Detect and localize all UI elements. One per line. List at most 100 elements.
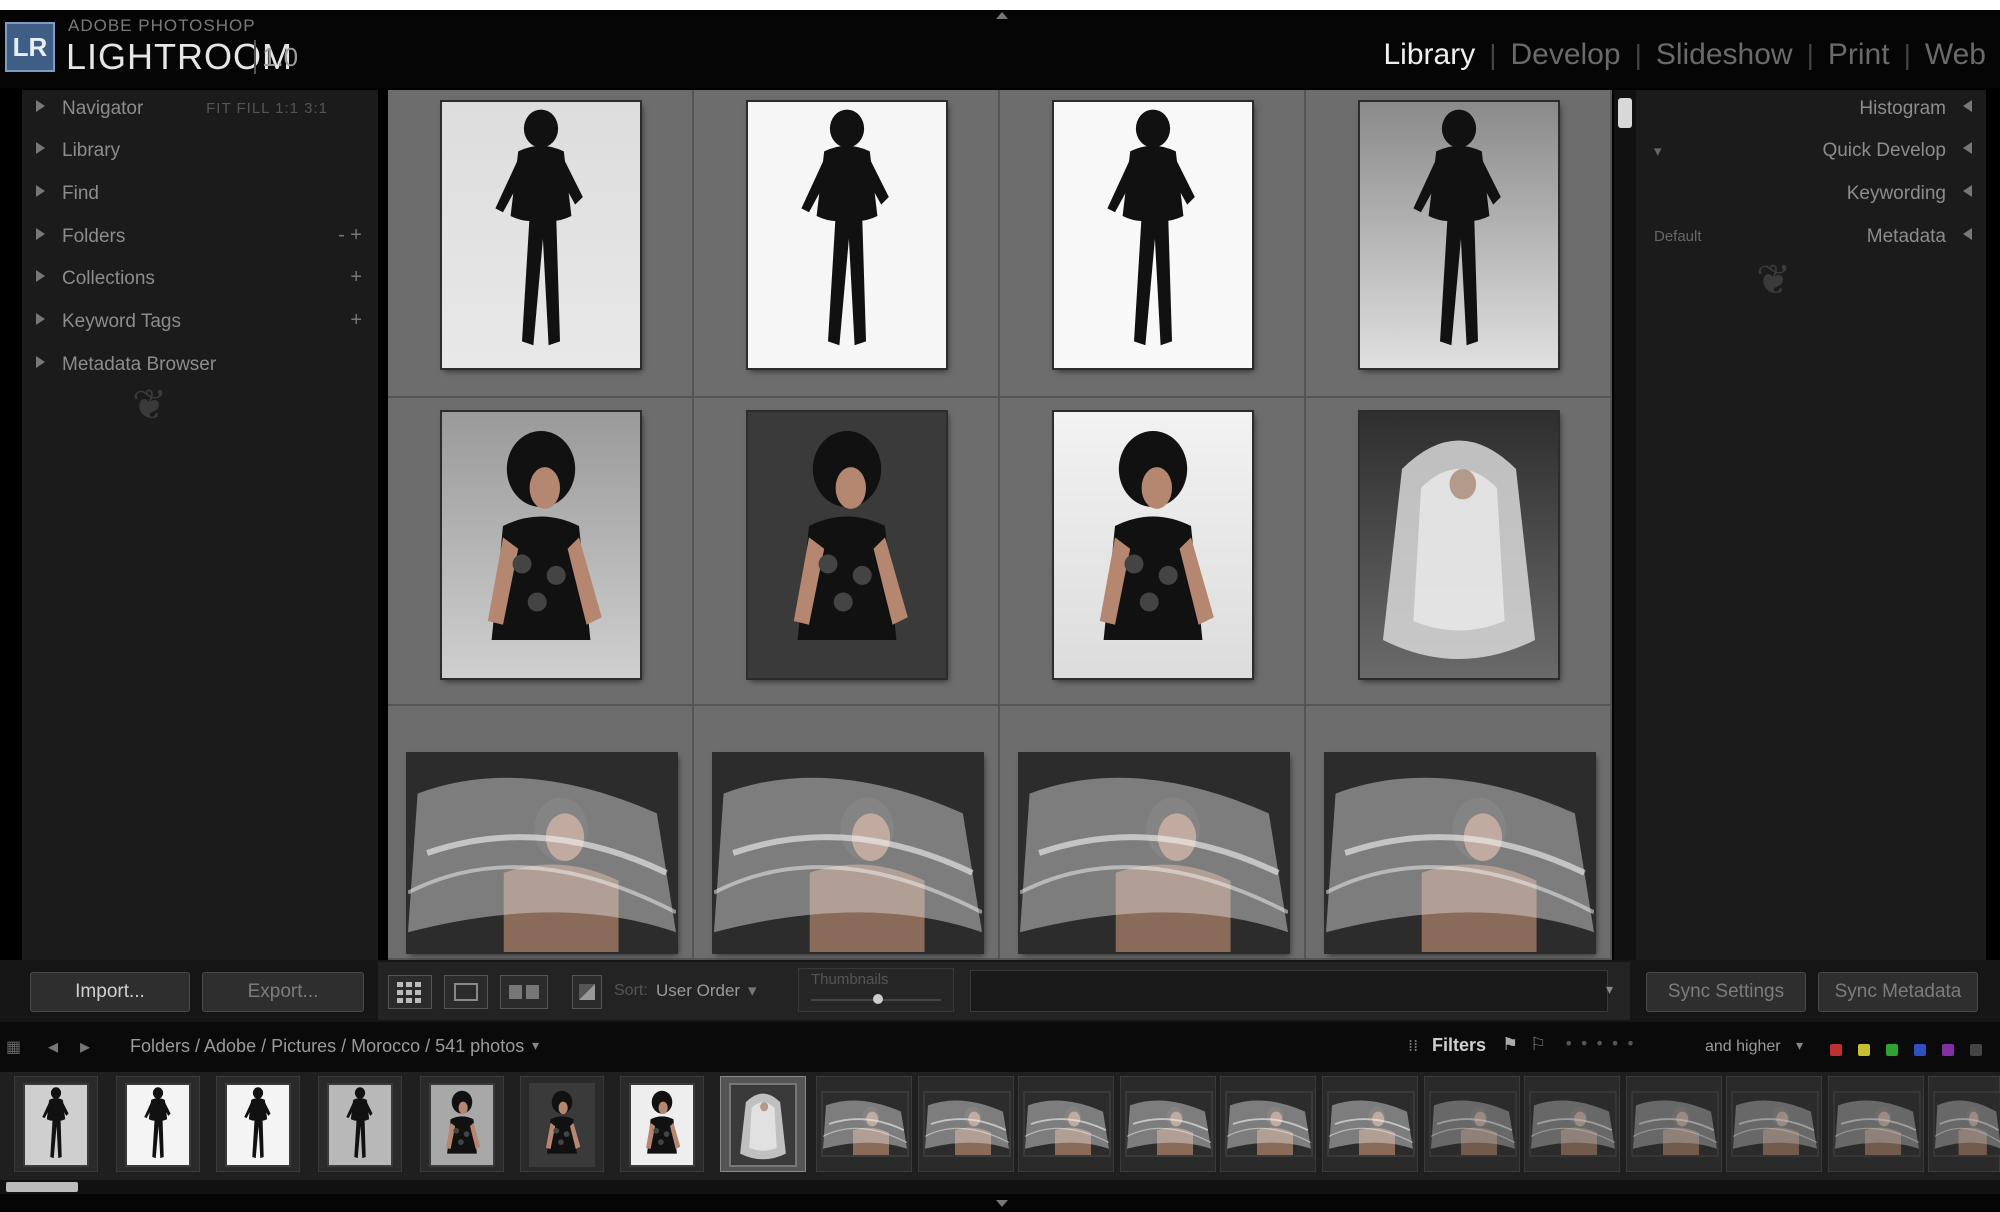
loupe-view-icon[interactable]: [444, 975, 488, 1009]
collapse-triangle-icon[interactable]: [1963, 100, 1972, 112]
filmstrip-thumbnail[interactable]: [1835, 1093, 1919, 1155]
filmstrip-cell[interactable]: [520, 1076, 604, 1172]
bottom-panel-toggle-icon[interactable]: [996, 1200, 1008, 1207]
filmstrip-cell[interactable]: [620, 1076, 704, 1172]
filmstrip-thumbnail[interactable]: [1633, 1093, 1717, 1155]
quick-develop-arrows-icon[interactable]: ▾: [1654, 142, 1662, 160]
photo-thumbnail[interactable]: [1020, 754, 1288, 952]
grid-cell[interactable]: [388, 90, 694, 398]
filmstrip-cell[interactable]: [1726, 1076, 1822, 1172]
filmstrip-thumbnail[interactable]: [1227, 1093, 1311, 1155]
sort-order-select[interactable]: User Order: [656, 981, 740, 1001]
filmstrip-scrollbar[interactable]: [0, 1180, 2000, 1194]
filmstrip-thumbnail[interactable]: [1431, 1093, 1515, 1155]
flag-reject-icon[interactable]: ⚐: [1530, 1034, 1546, 1055]
photo-thumbnail[interactable]: [1326, 754, 1594, 952]
grid-cell[interactable]: [1306, 90, 1612, 398]
expand-triangle-icon[interactable]: [36, 313, 45, 325]
filmstrip-thumbnail[interactable]: [1531, 1093, 1615, 1155]
module-library[interactable]: Library: [1370, 38, 1490, 72]
panel-histogram[interactable]: Histogram: [1636, 90, 1986, 130]
filmstrip-thumbnail[interactable]: [823, 1093, 907, 1155]
flag-pick-icon[interactable]: ⚑: [1502, 1034, 1518, 1055]
photo-thumbnail[interactable]: [748, 412, 946, 678]
photo-thumbnail[interactable]: [714, 754, 982, 952]
navigator-zoom-options[interactable]: FIT FILL 1:1 3:1: [206, 100, 328, 117]
filmstrip-cell[interactable]: [216, 1076, 300, 1172]
collapse-triangle-icon[interactable]: [1963, 228, 1972, 240]
panel-collections[interactable]: Collections +: [22, 260, 378, 300]
grid-cell[interactable]: [1306, 706, 1612, 960]
filmstrip-cell[interactable]: [1018, 1076, 1114, 1172]
filmstrip-thumbnail[interactable]: [227, 1085, 289, 1165]
filmstrip-cell[interactable]: [420, 1076, 504, 1172]
grid-cell[interactable]: [1000, 706, 1306, 960]
filmstrip-scroll-thumb[interactable]: [6, 1182, 78, 1192]
expand-triangle-icon[interactable]: [36, 100, 45, 112]
module-print[interactable]: Print: [1814, 38, 1904, 72]
panel-keywording[interactable]: Keywording: [1636, 175, 1986, 215]
filmstrip-cell[interactable]: [1828, 1076, 1924, 1172]
forward-arrow-icon[interactable]: ▸: [80, 1034, 90, 1058]
grid-cell[interactable]: [1000, 90, 1306, 398]
color-label-blue[interactable]: [1914, 1044, 1926, 1056]
expand-triangle-icon[interactable]: [36, 270, 45, 282]
filmstrip-thumbnail[interactable]: [1127, 1093, 1211, 1155]
collapse-triangle-icon[interactable]: [1963, 185, 1972, 197]
grid-cell[interactable]: [1000, 398, 1306, 706]
filmstrip-thumbnail[interactable]: [127, 1085, 189, 1165]
sync-settings-button[interactable]: Sync Settings: [1646, 972, 1806, 1012]
filmstrip-thumbnail[interactable]: [925, 1093, 1009, 1155]
photo-thumbnail[interactable]: [1054, 102, 1252, 368]
filmstrip-grid-icon[interactable]: ▦: [6, 1037, 21, 1056]
filmstrip-thumbnail[interactable]: [1329, 1093, 1413, 1155]
back-arrow-icon[interactable]: ◂: [48, 1034, 58, 1058]
photo-thumbnail[interactable]: [442, 412, 640, 678]
panel-quick-develop[interactable]: ▾ Quick Develop: [1636, 132, 1986, 172]
filmstrip-thumbnail[interactable]: [531, 1085, 593, 1165]
expand-triangle-icon[interactable]: [36, 142, 45, 154]
color-label-purple[interactable]: [1942, 1044, 1954, 1056]
export-button[interactable]: Export...: [202, 972, 364, 1012]
photo-thumbnail[interactable]: [1360, 412, 1558, 678]
grid-scroll-thumb[interactable]: [1618, 98, 1632, 128]
source-breadcrumb[interactable]: Folders / Adobe / Pictures / Morocco / 5…: [130, 1036, 524, 1057]
filmstrip-thumbnail[interactable]: [731, 1085, 795, 1165]
collapse-triangle-icon[interactable]: [1963, 142, 1972, 154]
grid-cell[interactable]: [388, 706, 694, 960]
photo-thumbnail[interactable]: [442, 102, 640, 368]
panel-keyword-tags[interactable]: Keyword Tags +: [22, 303, 378, 343]
photo-thumbnail[interactable]: [1360, 102, 1558, 368]
grid-scrollbar[interactable]: [1614, 90, 1636, 960]
filmstrip-cell[interactable]: [318, 1076, 402, 1172]
filmstrip-cell[interactable]: [918, 1076, 1014, 1172]
filmstrip-cell[interactable]: [14, 1076, 98, 1172]
thumbnail-size-slider[interactable]: [873, 994, 883, 1004]
rating-filter-select[interactable]: and higher: [1705, 1038, 1781, 1056]
expand-triangle-icon[interactable]: [36, 356, 45, 368]
filmstrip-cell[interactable]: [1424, 1076, 1520, 1172]
filmstrip-cell[interactable]: [1524, 1076, 1620, 1172]
top-panel-toggle-icon[interactable]: [996, 12, 1008, 19]
filmstrip-thumbnail[interactable]: [631, 1085, 693, 1165]
panel-navigator[interactable]: Navigator FIT FILL 1:1 3:1: [22, 90, 378, 130]
grid-cell[interactable]: [388, 398, 694, 706]
rating-stars-icon[interactable]: •••••: [1564, 1034, 1641, 1053]
filmstrip-thumbnail[interactable]: [329, 1085, 391, 1165]
filmstrip-cell-selected[interactable]: [720, 1076, 806, 1172]
filmstrip-thumbnail[interactable]: [1733, 1093, 1817, 1155]
module-develop[interactable]: Develop: [1496, 38, 1634, 72]
photo-thumbnail[interactable]: [748, 102, 946, 368]
sort-dropdown-icon[interactable]: ▾: [748, 981, 757, 1001]
grid-cell[interactable]: [694, 706, 1000, 960]
color-label-none[interactable]: [1970, 1044, 1982, 1056]
photo-thumbnail[interactable]: [408, 754, 676, 952]
folders-add-remove[interactable]: - +: [338, 224, 362, 247]
module-web[interactable]: Web: [1911, 38, 2000, 72]
photo-thumbnail[interactable]: [1054, 412, 1252, 678]
sync-metadata-button[interactable]: Sync Metadata: [1818, 972, 1978, 1012]
expand-triangle-icon[interactable]: [36, 185, 45, 197]
expand-triangle-icon[interactable]: [36, 228, 45, 240]
metadata-preset-select[interactable]: Default: [1654, 228, 1702, 245]
filters-toggle-icon[interactable]: ⁞⁞: [1408, 1036, 1418, 1055]
